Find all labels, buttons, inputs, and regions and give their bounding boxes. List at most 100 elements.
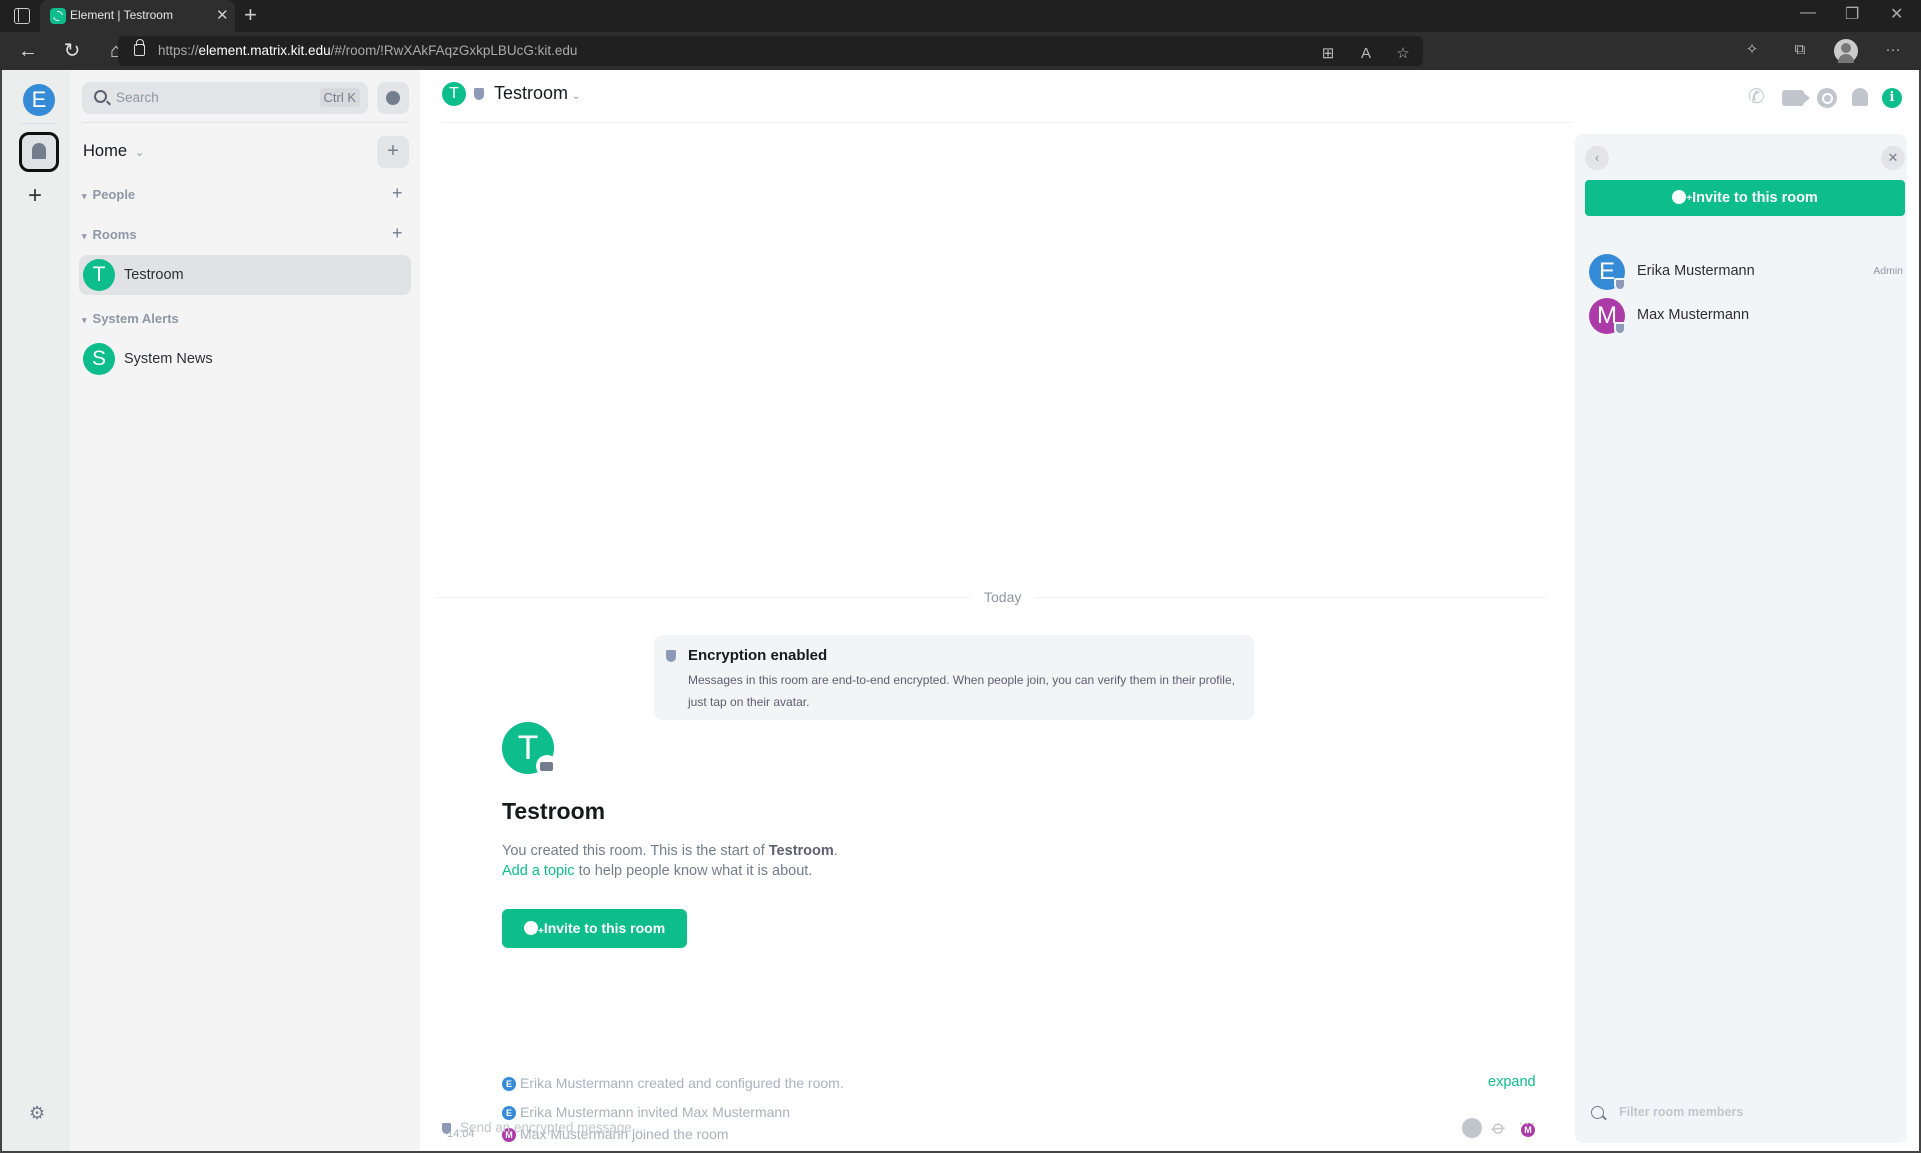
member-name: Max Mustermann <box>1637 307 1750 323</box>
browser-tab[interactable]: Element | Testroom ✕ <box>40 0 235 32</box>
space-bar: E + ⚙ <box>2 70 70 1151</box>
add-room-button[interactable]: + <box>377 136 409 168</box>
date-label: Today <box>970 589 1036 605</box>
member-role: Admin <box>1873 265 1903 277</box>
search-icon <box>94 90 107 103</box>
close-icon[interactable]: ✕ <box>1881 146 1905 170</box>
room-name-menu[interactable]: Testroom ⌄ <box>494 83 580 104</box>
invite-button[interactable]: Invite to this room <box>502 909 687 951</box>
gear-icon[interactable]: ⚙ <box>29 1103 45 1124</box>
create-space-icon[interactable]: + <box>28 182 42 210</box>
room-item-system-news[interactable]: S System News <box>79 339 411 379</box>
app-available-icon[interactable]: ⊞ <box>1318 44 1338 64</box>
room-name: System News <box>124 351 213 367</box>
filter-placeholder: Filter room members <box>1619 1105 1744 1119</box>
section-system-alerts[interactable]: ▾ System Alerts <box>82 311 179 326</box>
filter-members-input[interactable]: Filter room members <box>1591 1102 1891 1126</box>
more-options-icon[interactable]: ··· <box>1518 1115 1537 1133</box>
chevron-down-icon: ▾ <box>82 231 87 241</box>
room-name: Testroom <box>124 267 184 283</box>
browser-toolbar: ← ↻ ⌂ https://element.matrix.kit.edu/#/r… <box>0 32 1921 70</box>
back-icon[interactable]: ← <box>14 37 42 65</box>
tab-bar: Element | Testroom ✕ + — ❐ ✕ <box>0 0 1921 32</box>
bell-icon[interactable] <box>1852 88 1868 106</box>
room-avatar: S <box>83 343 115 375</box>
room-avatar[interactable]: T <box>442 82 466 106</box>
refresh-icon[interactable]: ↻ <box>58 37 86 65</box>
room-header: T Testroom ⌄ ✆ i <box>442 70 1902 123</box>
encryption-notice: Encryption enabled Messages in this room… <box>654 635 1254 720</box>
new-tab-icon[interactable]: + <box>244 2 257 28</box>
add-topic-link[interactable]: Add a topic <box>502 863 575 879</box>
room-title: Testroom <box>494 83 569 103</box>
explore-rooms-icon[interactable] <box>377 82 409 114</box>
shield-icon <box>474 88 484 100</box>
expand-link[interactable]: expand <box>1488 1074 1536 1090</box>
shield-icon <box>1614 322 1626 335</box>
shield-icon <box>1614 278 1626 291</box>
user-avatar[interactable]: E <box>23 84 55 116</box>
divider <box>82 122 408 123</box>
close-tab-icon[interactable]: ✕ <box>216 6 229 24</box>
phone-icon[interactable]: ✆ <box>1748 84 1770 108</box>
info-icon[interactable]: i <box>1882 88 1902 108</box>
extensions-icon[interactable]: ✧ <box>1742 40 1762 60</box>
room-item-testroom[interactable]: T Testroom <box>79 255 411 295</box>
message-composer[interactable]: Send an encrypted message... ⌀ ··· <box>442 1113 1572 1143</box>
room-view: T Testroom ⌄ ✆ i Today Encryption enabled… <box>420 70 1902 1151</box>
shield-icon <box>442 1123 451 1134</box>
member-item[interactable]: M Max Mustermann <box>1585 296 1905 336</box>
room-avatar: T <box>83 259 115 291</box>
url-text[interactable]: https://element.matrix.kit.edu/#/room/!R… <box>158 43 577 58</box>
member-list-panel: ‹ ✕ Invite to this room E Erika Musterma… <box>1575 134 1907 1143</box>
room-list-panel: Search Ctrl K Home ⌄ + ▾ People + ▾ Rooms +… <box>70 70 420 1151</box>
member-item[interactable]: E Erika Mustermann Admin <box>1585 252 1905 292</box>
attachment-icon[interactable]: ⌀ <box>1486 1114 1511 1141</box>
search-icon[interactable] <box>1817 88 1837 108</box>
back-icon[interactable]: ‹ <box>1585 146 1609 170</box>
member-name: Erika Mustermann <box>1637 263 1755 279</box>
element-app: E + ⚙ Search Ctrl K Home ⌄ + ▾ People + ▾ R… <box>0 70 1921 1153</box>
restore-icon[interactable]: ❐ <box>1845 4 1859 24</box>
tab-title: Element | Testroom <box>70 8 173 22</box>
profile-icon[interactable] <box>1834 39 1858 63</box>
search-placeholder: Search <box>116 90 159 105</box>
browser-window: Element | Testroom ✕ + — ❐ ✕ ← ↻ ⌂ https… <box>0 0 1921 1153</box>
invite-user-icon <box>1672 181 1692 217</box>
element-favicon-icon <box>50 8 66 24</box>
chevron-down-icon: ▾ <box>82 315 87 325</box>
message-input[interactable]: Send an encrypted message... <box>460 1120 643 1135</box>
section-people[interactable]: ▾ People <box>82 187 135 202</box>
home-menu[interactable]: Home ⌄ <box>83 142 144 161</box>
search-button[interactable]: Search Ctrl K <box>82 82 368 114</box>
search-icon <box>1591 1106 1604 1119</box>
emoji-icon[interactable] <box>1462 1118 1482 1138</box>
video-call-icon[interactable] <box>1782 90 1810 106</box>
tab-actions-icon[interactable] <box>14 8 30 24</box>
section-rooms[interactable]: ▾ Rooms <box>82 227 137 242</box>
search-shortcut: Ctrl K <box>319 88 360 107</box>
start-chat-icon[interactable]: + <box>392 183 403 204</box>
add-favorite-icon[interactable]: ☆ <box>1393 44 1413 64</box>
timeline: Today Encryption enabled Messages in thi… <box>420 123 1570 1151</box>
lock-icon[interactable] <box>134 39 145 56</box>
chevron-down-icon: ⌄ <box>572 91 581 102</box>
invite-user-icon <box>523 912 544 951</box>
shield-icon <box>666 650 676 662</box>
collections-icon[interactable]: ⧉ <box>1790 40 1810 60</box>
timeline-event: E Erika Mustermann created and configured… <box>502 1075 844 1091</box>
minimize-icon[interactable]: — <box>1800 4 1816 22</box>
more-icon[interactable]: ··· <box>1883 40 1903 60</box>
camera-icon[interactable] <box>536 755 558 777</box>
room-intro-text: You created this room. This is the start… <box>502 843 838 879</box>
avatar[interactable]: E <box>502 1077 516 1091</box>
close-window-icon[interactable]: ✕ <box>1890 4 1903 24</box>
add-room-icon[interactable]: + <box>392 223 403 244</box>
chevron-down-icon: ⌄ <box>135 147 145 159</box>
encryption-body: Messages in this room are end-to-end enc… <box>688 673 1235 709</box>
address-bar[interactable]: https://element.matrix.kit.edu/#/room/!R… <box>118 36 1423 66</box>
read-aloud-icon[interactable]: A <box>1356 44 1376 64</box>
chevron-down-icon: ▾ <box>82 191 87 201</box>
invite-button[interactable]: Invite to this room <box>1585 180 1905 217</box>
home-space-button[interactable] <box>19 132 59 172</box>
